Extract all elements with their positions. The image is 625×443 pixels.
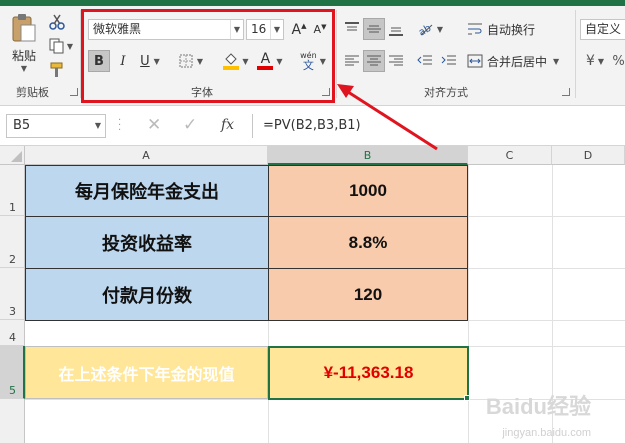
row-header-6[interactable]: [0, 399, 25, 443]
formula-bar-grip-icon[interactable]: · · ·: [118, 116, 121, 136]
gridline: [468, 216, 625, 217]
cell-b2[interactable]: 8.8%: [268, 216, 468, 269]
ribbon-separator: [575, 10, 576, 98]
cell-b3[interactable]: 120: [268, 268, 468, 321]
gridline: [268, 320, 269, 346]
copy-button[interactable]: ▼: [46, 36, 76, 56]
orientation-icon: ab: [417, 23, 433, 37]
formula-input[interactable]: =PV(B2,B3,B1): [252, 114, 625, 138]
column-header-b[interactable]: B: [268, 146, 468, 165]
currency-icon: ¥: [585, 53, 595, 69]
row-header-2[interactable]: 2: [0, 216, 25, 268]
fill-handle[interactable]: [464, 395, 470, 401]
ribbon-separator: [336, 10, 337, 98]
wrap-text-label: 自动换行: [487, 22, 536, 37]
percent-icon: %: [612, 53, 625, 69]
format-painter-icon: [50, 62, 63, 77]
bottom-align-icon: [389, 27, 403, 36]
decrease-indent-icon: [417, 55, 432, 65]
align-right-button[interactable]: [385, 50, 407, 72]
clipboard-icon: [12, 14, 36, 42]
increase-indent-button[interactable]: [438, 50, 460, 72]
name-box[interactable]: B5 ▼: [6, 114, 106, 138]
alignment-group-label: 对齐方式: [424, 86, 468, 99]
baidu-watermark-url: jingyan.baidu.com: [502, 427, 591, 439]
name-box-dropdown-icon[interactable]: ▼: [95, 115, 101, 137]
scissors-icon: [49, 14, 65, 30]
paste-label: 粘贴: [11, 49, 36, 63]
select-all-icon: [11, 151, 22, 162]
row-header-1[interactable]: 1: [0, 165, 25, 216]
align-right-icon: [389, 55, 403, 66]
percent-format-button[interactable]: %: [612, 50, 625, 72]
merge-center-button[interactable]: 合并后居中 ▼: [466, 50, 568, 72]
orientation-button[interactable]: ab ▼: [414, 18, 446, 40]
merge-center-label: 合并后居中: [487, 54, 548, 69]
paste-dropdown-icon[interactable]: ▼: [21, 64, 27, 73]
alignment-dialog-launcher-icon[interactable]: [562, 88, 570, 96]
merge-center-icon: [467, 54, 483, 68]
cell-a1[interactable]: 每月保险年金支出: [25, 165, 269, 217]
cell-a3[interactable]: 付款月份数: [25, 268, 269, 321]
column-header-c[interactable]: C: [468, 146, 552, 165]
formula-buttons: ✕ ✓ fx: [135, 114, 247, 138]
align-left-button[interactable]: [341, 50, 363, 72]
align-left-icon: [345, 55, 359, 66]
wrap-text-button[interactable]: 自动换行: [466, 18, 542, 40]
number-format-value: 自定义: [585, 22, 622, 36]
cancel-entry-icon[interactable]: ✕: [147, 115, 161, 135]
cut-button[interactable]: [46, 12, 68, 32]
row-header-3[interactable]: 3: [0, 268, 25, 320]
increase-indent-icon: [441, 55, 456, 65]
row-header-4[interactable]: 4: [0, 320, 25, 346]
clipboard-group-label: 剪贴板: [16, 86, 49, 99]
orientation-dropdown-icon[interactable]: ▼: [437, 25, 443, 34]
format-painter-button[interactable]: [46, 60, 68, 80]
svg-text:ab: ab: [417, 23, 433, 37]
formula-bar: B5 ▼ · · · ✕ ✓ fx =PV(B2,B3,B1): [0, 106, 625, 146]
gridline: [268, 399, 269, 443]
wrap-text-icon: [468, 23, 482, 35]
copy-dropdown-icon[interactable]: ▼: [67, 42, 73, 51]
middle-align-icon: [367, 25, 381, 33]
name-box-value: B5: [13, 118, 31, 133]
confirm-entry-icon[interactable]: ✓: [183, 115, 197, 135]
align-center-button[interactable]: [363, 50, 385, 72]
copy-icon: [49, 38, 64, 54]
gridline: [468, 268, 625, 269]
merge-center-dropdown-icon[interactable]: ▼: [553, 57, 559, 66]
paste-button[interactable]: 粘贴 ▼: [6, 10, 42, 76]
cell-b5-selected[interactable]: ¥-11,363.18: [268, 346, 469, 400]
top-align-icon: [345, 22, 359, 31]
select-all-corner[interactable]: [0, 146, 25, 165]
insert-function-icon[interactable]: fx: [221, 117, 234, 133]
top-align-button[interactable]: [341, 18, 363, 40]
gridline: [468, 165, 469, 443]
column-header-d[interactable]: D: [552, 146, 625, 165]
number-format-combo[interactable]: 自定义: [580, 19, 625, 40]
decrease-indent-button[interactable]: [414, 50, 436, 72]
accounting-format-button[interactable]: ¥ ▼: [580, 50, 610, 72]
middle-align-button[interactable]: [363, 18, 385, 40]
row-header-5[interactable]: 5: [0, 346, 25, 399]
accounting-dropdown-icon[interactable]: ▼: [598, 57, 604, 66]
cell-a5[interactable]: 在上述条件下年金的现值: [25, 346, 268, 399]
baidu-watermark-logo: Baidu经验: [485, 394, 591, 419]
clipboard-dialog-launcher-icon[interactable]: [70, 88, 78, 96]
cell-a2[interactable]: 投资收益率: [25, 216, 269, 269]
column-header-a[interactable]: A: [25, 146, 268, 165]
bottom-align-button[interactable]: [385, 18, 407, 40]
font-group-highlight: [81, 9, 335, 103]
cell-b1[interactable]: 1000: [268, 165, 468, 217]
align-center-icon: [367, 55, 381, 66]
